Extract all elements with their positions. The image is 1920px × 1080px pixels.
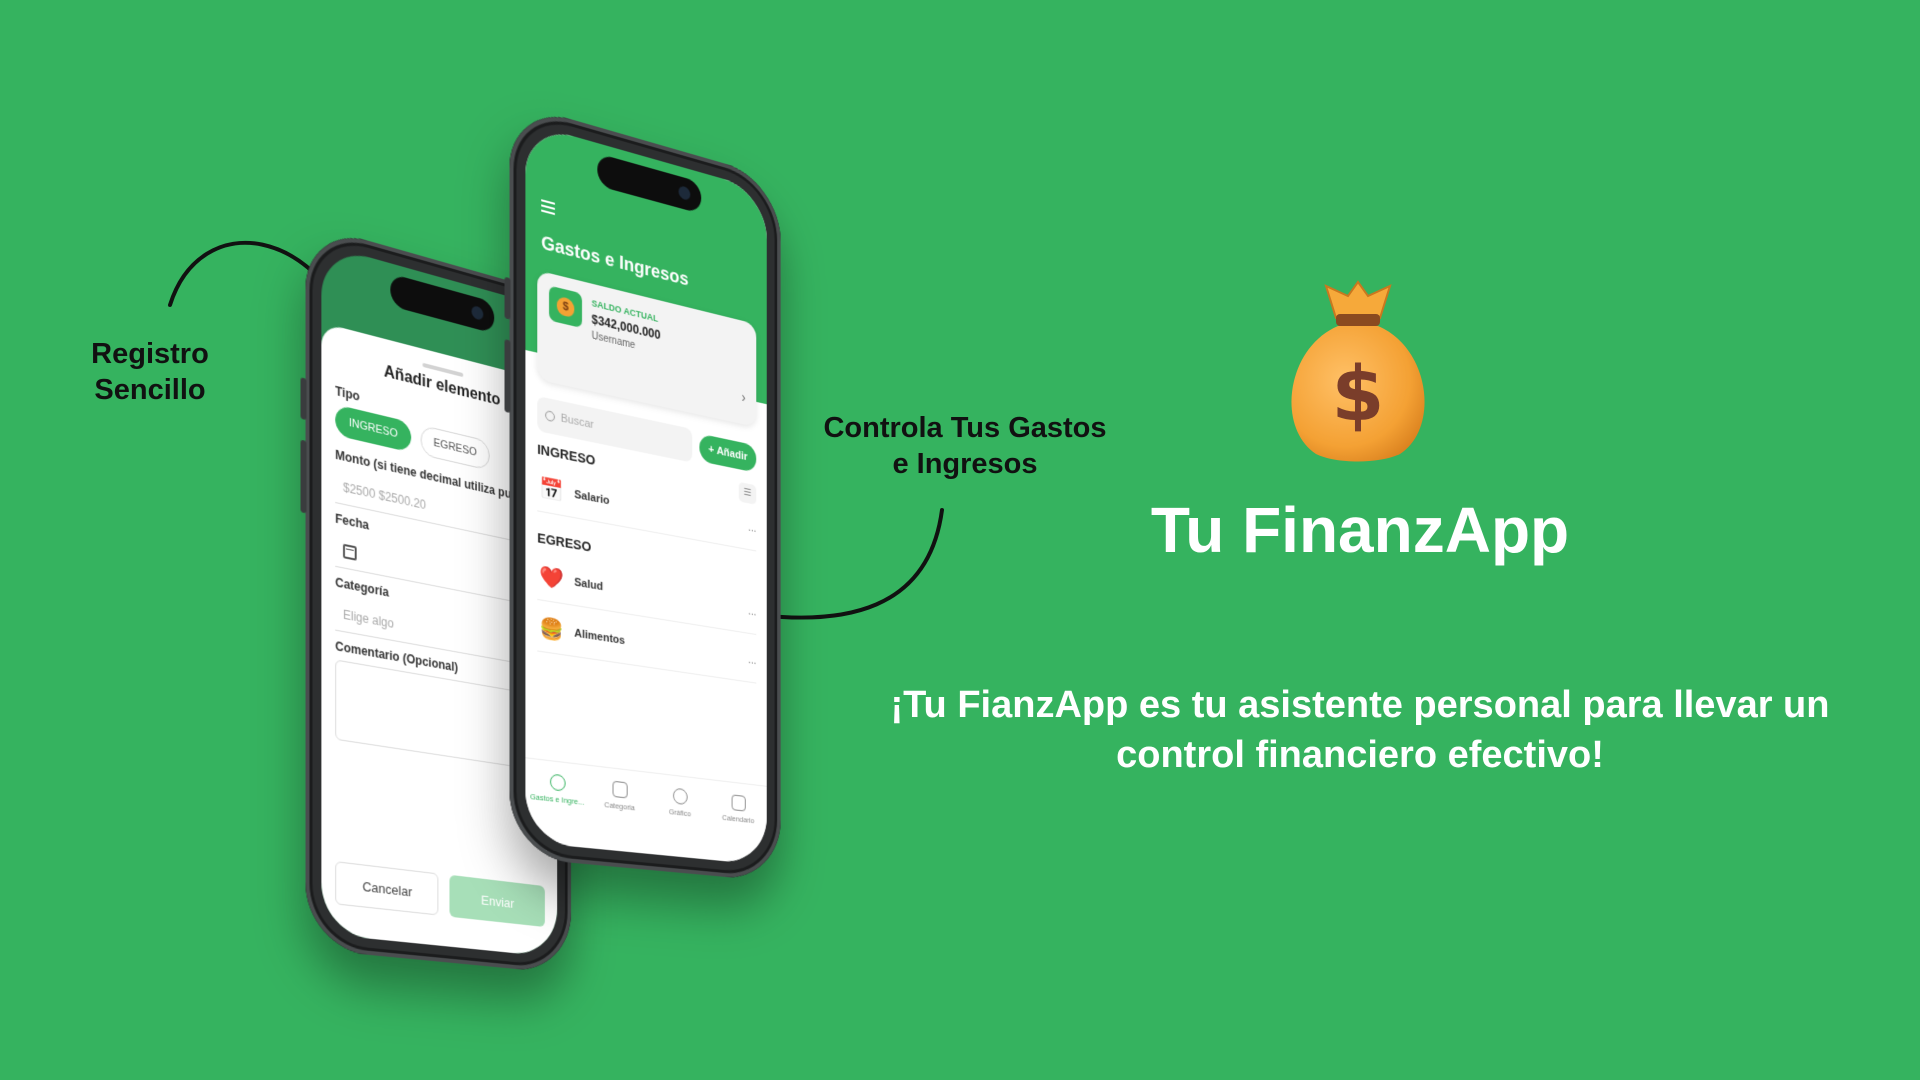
calendar-money-icon: 📅 bbox=[537, 472, 566, 508]
section-egreso: EGRESO bbox=[537, 530, 591, 555]
tab-label: Calendario bbox=[722, 813, 754, 825]
phone-expenses-income: Gastos e Ingresos $ SALDO ACTUAL $342,00… bbox=[510, 102, 781, 883]
more-icon[interactable]: ... bbox=[748, 521, 756, 534]
phone-side-button bbox=[505, 277, 511, 320]
money-bag-icon: $ bbox=[1276, 278, 1440, 464]
tab-label: Gráfico bbox=[669, 807, 691, 818]
tab-calendario[interactable]: Calendario bbox=[709, 792, 766, 865]
pie-chart-icon bbox=[673, 788, 688, 806]
heart-pulse-icon: ❤️ bbox=[537, 560, 566, 596]
promo-banner: Registro Sencillo Controla Tus Gastos e … bbox=[0, 0, 1920, 1080]
brand-tagline: ¡Tu FianzApp es tu asistente personal pa… bbox=[890, 680, 1830, 780]
sheet-actions: Cancelar Enviar bbox=[335, 861, 545, 927]
svg-text:$: $ bbox=[1332, 349, 1385, 438]
callout-controla: Controla Tus Gastos e Ingresos bbox=[820, 410, 1110, 482]
bottom-tab-bar: Gastos e Ingre... Categoria Gráfico Cale… bbox=[525, 757, 766, 865]
food-icon: 🍔 bbox=[537, 612, 566, 647]
tab-gastos-ingresos[interactable]: Gastos e Ingre... bbox=[525, 771, 588, 848]
phone-side-button bbox=[505, 339, 511, 413]
chevron-right-icon: › bbox=[742, 389, 746, 406]
calendar-icon bbox=[343, 543, 357, 560]
phone-screen: Gastos e Ingresos $ SALDO ACTUAL $342,00… bbox=[525, 123, 766, 866]
tab-grafico[interactable]: Gráfico bbox=[650, 785, 709, 860]
callout-registro: Registro Sencillo bbox=[70, 336, 230, 408]
more-icon[interactable]: ... bbox=[748, 654, 756, 667]
tab-label: Categoria bbox=[604, 800, 635, 812]
hamburger-menu-icon[interactable] bbox=[541, 199, 555, 213]
phone-side-button bbox=[301, 377, 307, 420]
cancel-button[interactable]: Cancelar bbox=[335, 861, 438, 915]
search-icon bbox=[545, 410, 555, 422]
tab-categoria[interactable]: Categoria bbox=[589, 778, 650, 854]
item-label: Salario bbox=[574, 488, 741, 532]
more-icon[interactable]: ... bbox=[748, 605, 756, 618]
search-placeholder: Buscar bbox=[561, 412, 594, 431]
brand-title: Tu FinanzApp bbox=[1050, 492, 1670, 568]
calendar-icon bbox=[731, 794, 745, 811]
tab-label: Gastos e Ingre... bbox=[530, 792, 584, 807]
phone-side-button bbox=[301, 440, 307, 514]
money-bag-icon: $ bbox=[549, 285, 582, 328]
coins-icon bbox=[550, 773, 566, 791]
filter-icon[interactable]: ☰ bbox=[739, 482, 757, 505]
item-label: Alimentos bbox=[574, 627, 741, 664]
item-label: Salud bbox=[574, 576, 741, 616]
section-ingreso: INGRESO bbox=[537, 441, 595, 468]
send-button[interactable]: Enviar bbox=[449, 875, 544, 927]
add-button[interactable]: + Añadir bbox=[699, 434, 756, 473]
grid-icon bbox=[612, 781, 627, 799]
